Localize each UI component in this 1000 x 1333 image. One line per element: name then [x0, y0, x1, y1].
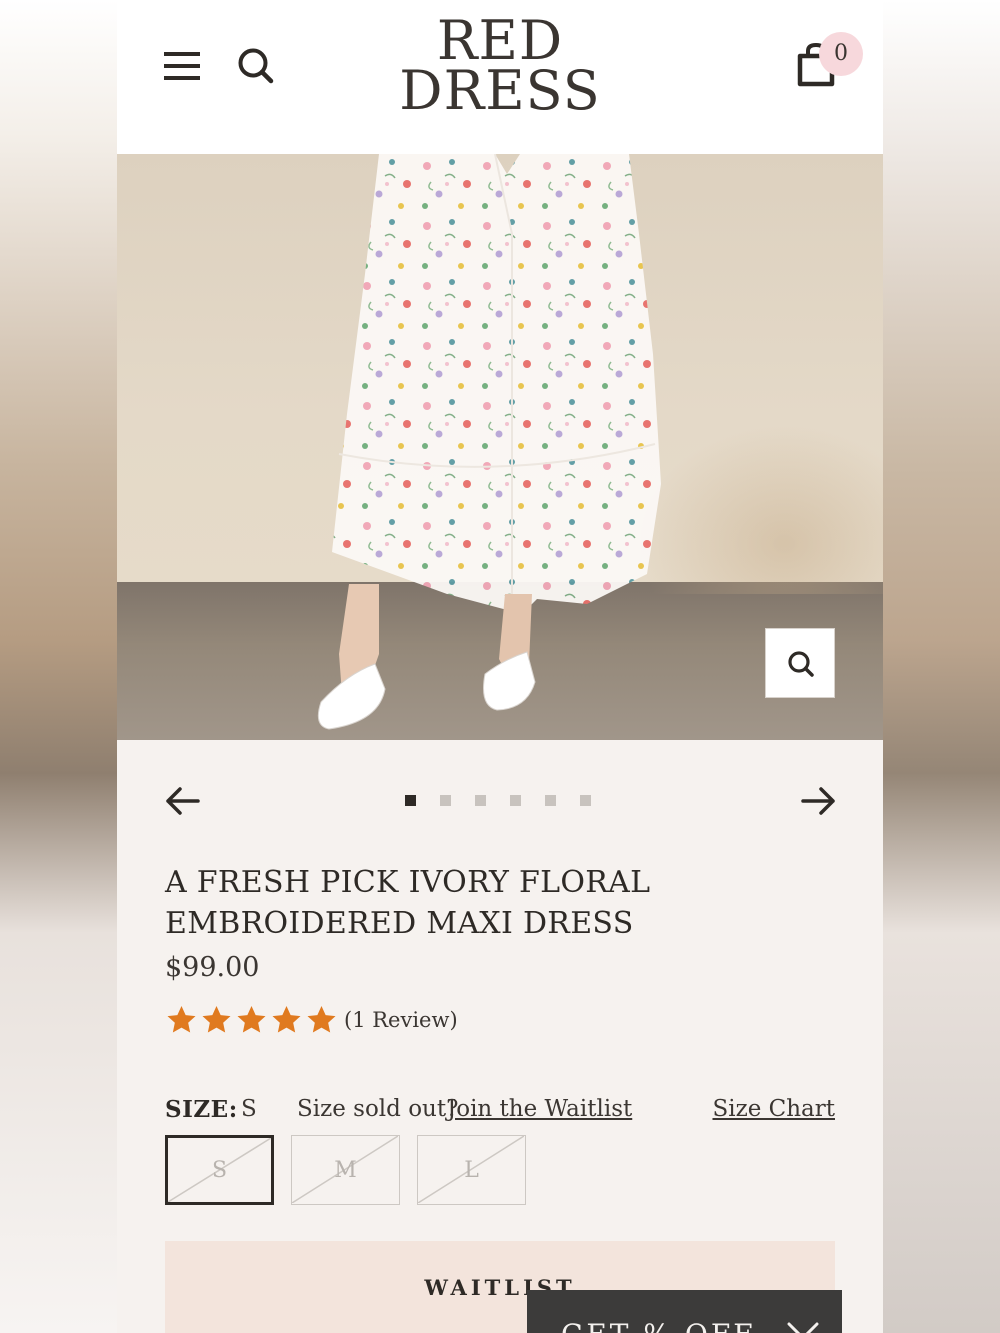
product-title: A FRESH PICK IVORY FLORAL EMBROIDERED MA… — [165, 865, 651, 941]
hamburger-icon[interactable] — [164, 52, 200, 80]
reviews-link[interactable]: (1 Review) — [344, 1008, 458, 1032]
size-option-label: M — [334, 1157, 357, 1183]
size-label: SIZE: — [165, 1096, 238, 1123]
stars-group — [165, 1004, 340, 1036]
star-icon — [272, 1006, 301, 1033]
zoom-icon — [788, 651, 814, 677]
size-option-s[interactable]: S — [165, 1135, 274, 1205]
product-page: RED DRESS 0 A FRESH PICK IVORY FLORAL EM… — [117, 0, 883, 1333]
promo-text: GET % OFF — [561, 1318, 756, 1333]
arrow-left-icon[interactable] — [164, 786, 200, 816]
carousel-dot[interactable] — [510, 795, 521, 806]
promo-banner[interactable]: GET % OFF — [527, 1290, 842, 1333]
rating-stars[interactable]: (1 Review) — [165, 1004, 458, 1036]
carousel-dot[interactable] — [545, 795, 556, 806]
product-image[interactable] — [117, 154, 883, 740]
carousel-dot[interactable] — [475, 795, 486, 806]
background-blur-left — [0, 0, 117, 1333]
arrow-right-icon[interactable] — [801, 786, 837, 816]
carousel-dot[interactable] — [405, 795, 416, 806]
close-icon[interactable] — [785, 1320, 821, 1333]
size-chart-link[interactable]: Size Chart — [712, 1096, 835, 1122]
size-sold-out-text: Size sold out? — [297, 1096, 459, 1122]
star-icon — [202, 1006, 231, 1033]
star-icon — [307, 1006, 336, 1033]
logo-line-2: DRESS — [399, 59, 601, 122]
star-icon — [167, 1006, 196, 1033]
selected-size: S — [241, 1096, 257, 1122]
product-price: $99.00 — [165, 952, 260, 983]
site-header: RED DRESS 0 — [117, 0, 883, 154]
carousel-dot[interactable] — [580, 795, 591, 806]
size-option-l[interactable]: L — [417, 1135, 526, 1205]
carousel-dot[interactable] — [440, 795, 451, 806]
size-option-label: L — [464, 1157, 479, 1183]
size-row: SIZE: S Size sold out? Join the Waitlist… — [165, 1094, 835, 1128]
cart-count-badge: 0 — [819, 32, 863, 76]
size-options: S M L — [165, 1135, 526, 1205]
background-blur-right — [883, 0, 1000, 1333]
zoom-button[interactable] — [765, 628, 835, 698]
star-icon — [237, 1006, 266, 1033]
size-option-m[interactable]: M — [291, 1135, 400, 1205]
join-waitlist-link[interactable]: Join the Waitlist — [447, 1096, 632, 1122]
search-icon[interactable] — [237, 46, 275, 86]
carousel-dots — [405, 795, 591, 807]
brand-logo[interactable]: RED DRESS — [350, 14, 650, 122]
size-option-label: S — [211, 1157, 228, 1183]
